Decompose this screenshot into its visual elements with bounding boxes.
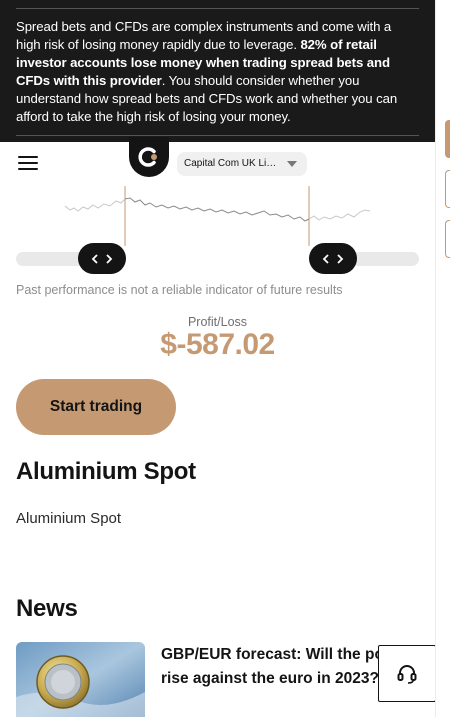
range-handle-end[interactable]: [309, 243, 357, 274]
banner-divider: [16, 135, 419, 136]
profit-loss-label: Profit/Loss: [187, 315, 248, 329]
page: Spread bets and CFDs are complex instrum…: [0, 0, 435, 717]
range-handle-start[interactable]: [78, 243, 126, 274]
start-trading-button[interactable]: Start trading: [16, 379, 176, 435]
hamburger-menu-icon[interactable]: [18, 156, 38, 172]
entity-selector-value: Capital Com UK Limited: [184, 158, 282, 169]
headset-icon: [397, 664, 417, 684]
side-tab[interactable]: [445, 120, 450, 158]
support-chat-button[interactable]: [378, 645, 435, 702]
risk-warning-text: Spread bets and CFDs are complex instrum…: [16, 9, 419, 135]
news-thumbnail: [16, 642, 145, 717]
right-side-rail: [435, 0, 450, 717]
performance-disclaimer: Past performance is not a reliable indic…: [16, 283, 343, 297]
profit-loss-value: $-587.02: [160, 328, 275, 361]
range-slider-selection: [102, 252, 333, 266]
asset-subtitle: Aluminium Spot: [16, 510, 122, 527]
drag-arrows-icon: [322, 253, 344, 264]
asset-title: Aluminium Spot: [16, 458, 196, 485]
price-chart: [0, 186, 435, 246]
entity-selector[interactable]: Capital Com UK Limited: [177, 152, 307, 176]
top-navigation-bar: Capital Com UK Limited: [0, 142, 435, 186]
price-line-before: [64, 198, 126, 212]
logo-mark-icon: [138, 147, 157, 167]
drag-arrows-icon: [91, 253, 113, 264]
capital-com-logo[interactable]: [129, 137, 169, 177]
news-section-title: News: [16, 595, 78, 622]
side-tab[interactable]: [445, 170, 450, 208]
chevron-down-icon: [287, 161, 297, 167]
coin-image: [16, 642, 145, 717]
price-line-selected: [124, 197, 310, 222]
side-tab[interactable]: [445, 220, 450, 258]
price-chart-svg: [64, 186, 371, 246]
risk-warning-banner: Spread bets and CFDs are complex instrum…: [0, 0, 435, 142]
price-line-after: [308, 209, 371, 221]
news-card[interactable]: GBP/EUR forecast: Will the pound rise ag…: [16, 642, 435, 717]
